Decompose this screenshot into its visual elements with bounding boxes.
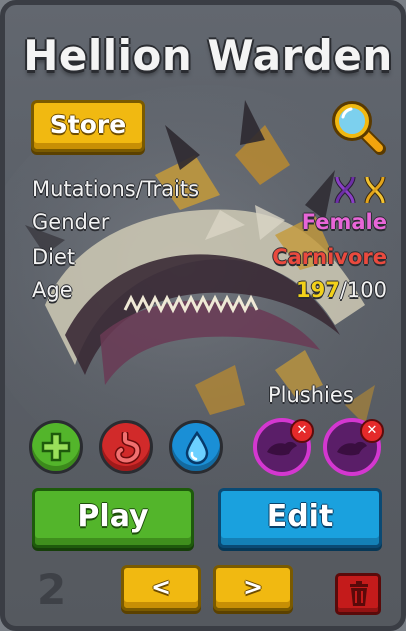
magnifier-icon[interactable] xyxy=(328,97,386,155)
feed-button[interactable] xyxy=(99,420,153,474)
mutations-label: Mutations/Traits xyxy=(32,177,200,201)
age-label: Age xyxy=(32,278,73,302)
close-icon[interactable]: ✕ xyxy=(290,419,314,443)
edit-button[interactable]: Edit xyxy=(218,488,382,548)
plushies-label: Plushies xyxy=(268,383,354,407)
diet-value: Carnivore xyxy=(272,245,387,269)
prev-page-button[interactable]: < xyxy=(121,565,201,611)
plus-icon xyxy=(41,432,71,462)
page-number: 2 xyxy=(37,565,67,614)
delete-button[interactable] xyxy=(335,573,381,615)
age-max: /100 xyxy=(339,278,387,302)
store-button[interactable]: Store xyxy=(31,100,145,152)
age-value: 197/100 xyxy=(296,278,387,302)
gender-label: Gender xyxy=(32,210,110,234)
age-current: 197 xyxy=(295,278,340,302)
play-button[interactable]: Play xyxy=(32,488,194,548)
water-drop-icon xyxy=(185,431,209,465)
diet-label: Diet xyxy=(32,245,76,269)
dna-icon[interactable] xyxy=(364,175,386,205)
next-page-button[interactable]: > xyxy=(213,565,293,611)
heal-button[interactable] xyxy=(29,420,83,474)
water-button[interactable] xyxy=(169,420,223,474)
stomach-icon xyxy=(114,432,141,464)
creature-name: Hellion Warden xyxy=(23,31,393,80)
creature-card: Hellion Warden Store Mutations/Traits Ge… xyxy=(0,0,406,631)
gender-value: Female xyxy=(301,210,387,234)
dna-icon[interactable] xyxy=(334,175,356,205)
trash-icon xyxy=(350,581,368,606)
close-icon[interactable]: ✕ xyxy=(360,419,384,443)
